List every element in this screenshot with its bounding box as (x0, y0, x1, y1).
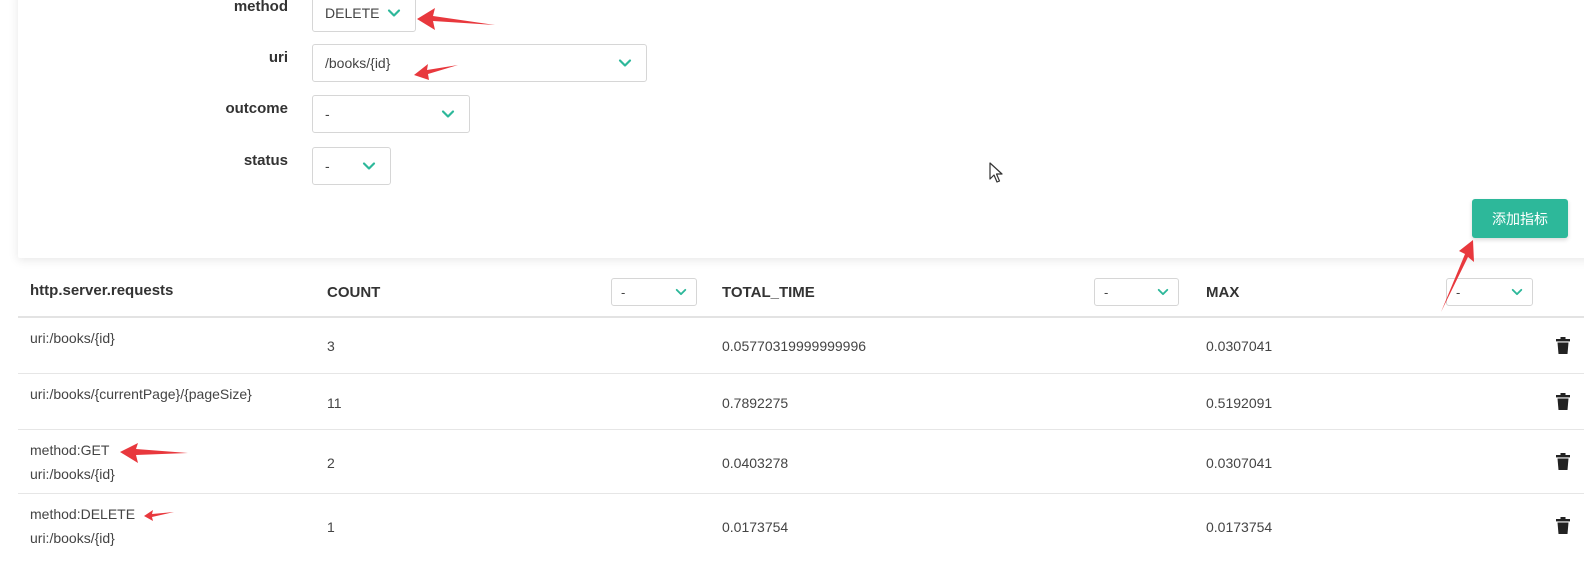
row-tags: method:GET uri:/books/{id} (30, 438, 115, 486)
trash-icon[interactable] (1556, 517, 1570, 539)
table-header-divider (18, 316, 1584, 318)
row-tags: method:DELETE uri:/books/{id} (30, 502, 135, 550)
row-total-time: 0.0403278 (722, 455, 789, 471)
chevron-down-icon (1511, 286, 1523, 298)
row-divider (18, 373, 1584, 374)
tag-uri: uri:/books/{id} (30, 330, 115, 346)
row-tags: uri:/books/{currentPage}/{pageSize} (30, 382, 252, 406)
chevron-down-icon (618, 56, 632, 70)
row-count: 2 (327, 455, 335, 471)
chevron-down-icon (387, 6, 401, 20)
chevron-down-icon (675, 286, 687, 298)
add-metric-button[interactable]: 添加指标 (1472, 199, 1568, 238)
row-max: 0.5192091 (1206, 395, 1273, 411)
count-select-value: - (621, 284, 626, 300)
max-select-value: - (1456, 284, 1461, 300)
status-label: status (243, 152, 288, 169)
red-arrow-icon (120, 443, 188, 463)
method-select-value: DELETE (325, 5, 380, 21)
row-total-time: 0.0173754 (722, 519, 789, 535)
trash-icon[interactable] (1556, 337, 1570, 359)
tag-uri: uri:/books/{id} (30, 466, 115, 482)
filter-panel (18, 0, 1584, 258)
method-label: method (233, 0, 288, 15)
chevron-down-icon (441, 107, 455, 121)
row-divider (18, 493, 1584, 494)
count-statistic-select[interactable]: - (611, 278, 697, 306)
column-header-max: MAX (1206, 284, 1240, 301)
column-header-total-time: TOTAL_TIME (722, 284, 815, 301)
row-max: 0.0173754 (1206, 519, 1273, 535)
row-count: 1 (327, 519, 335, 535)
chevron-down-icon (362, 159, 376, 173)
red-arrow-icon (144, 510, 174, 521)
row-count: 3 (327, 338, 335, 354)
outcome-label: outcome (225, 100, 288, 117)
outcome-select[interactable]: - (312, 95, 470, 133)
column-header-name: http.server.requests (30, 282, 174, 299)
chevron-down-icon (1157, 286, 1169, 298)
uri-select-value: /books/{id} (325, 55, 391, 71)
total-time-select-value: - (1104, 284, 1109, 300)
cursor-icon (989, 162, 1005, 189)
status-select-value: - (325, 158, 330, 174)
status-select[interactable]: - (312, 147, 391, 185)
row-count: 11 (327, 395, 342, 411)
row-total-time: 0.05770319999999996 (722, 338, 867, 354)
outcome-select-value: - (325, 106, 330, 122)
row-max: 0.0307041 (1206, 338, 1273, 354)
tag-uri: uri:/books/{id} (30, 530, 115, 546)
column-header-count: COUNT (327, 284, 381, 301)
row-max: 0.0307041 (1206, 455, 1273, 471)
method-select[interactable]: DELETE (312, 0, 416, 32)
tag-method: method:GET (30, 442, 110, 458)
max-statistic-select[interactable]: - (1446, 278, 1533, 306)
total-time-statistic-select[interactable]: - (1094, 278, 1179, 306)
row-total-time: 0.7892275 (722, 395, 789, 411)
row-divider (18, 429, 1584, 430)
row-tags: uri:/books/{id} (30, 326, 115, 350)
uri-select[interactable]: /books/{id} (312, 44, 647, 82)
trash-icon[interactable] (1556, 453, 1570, 475)
tag-method: method:DELETE (30, 506, 136, 522)
trash-icon[interactable] (1556, 393, 1570, 415)
tag-uri: uri:/books/{currentPage}/{pageSize} (30, 386, 252, 402)
uri-label: uri (268, 49, 288, 66)
